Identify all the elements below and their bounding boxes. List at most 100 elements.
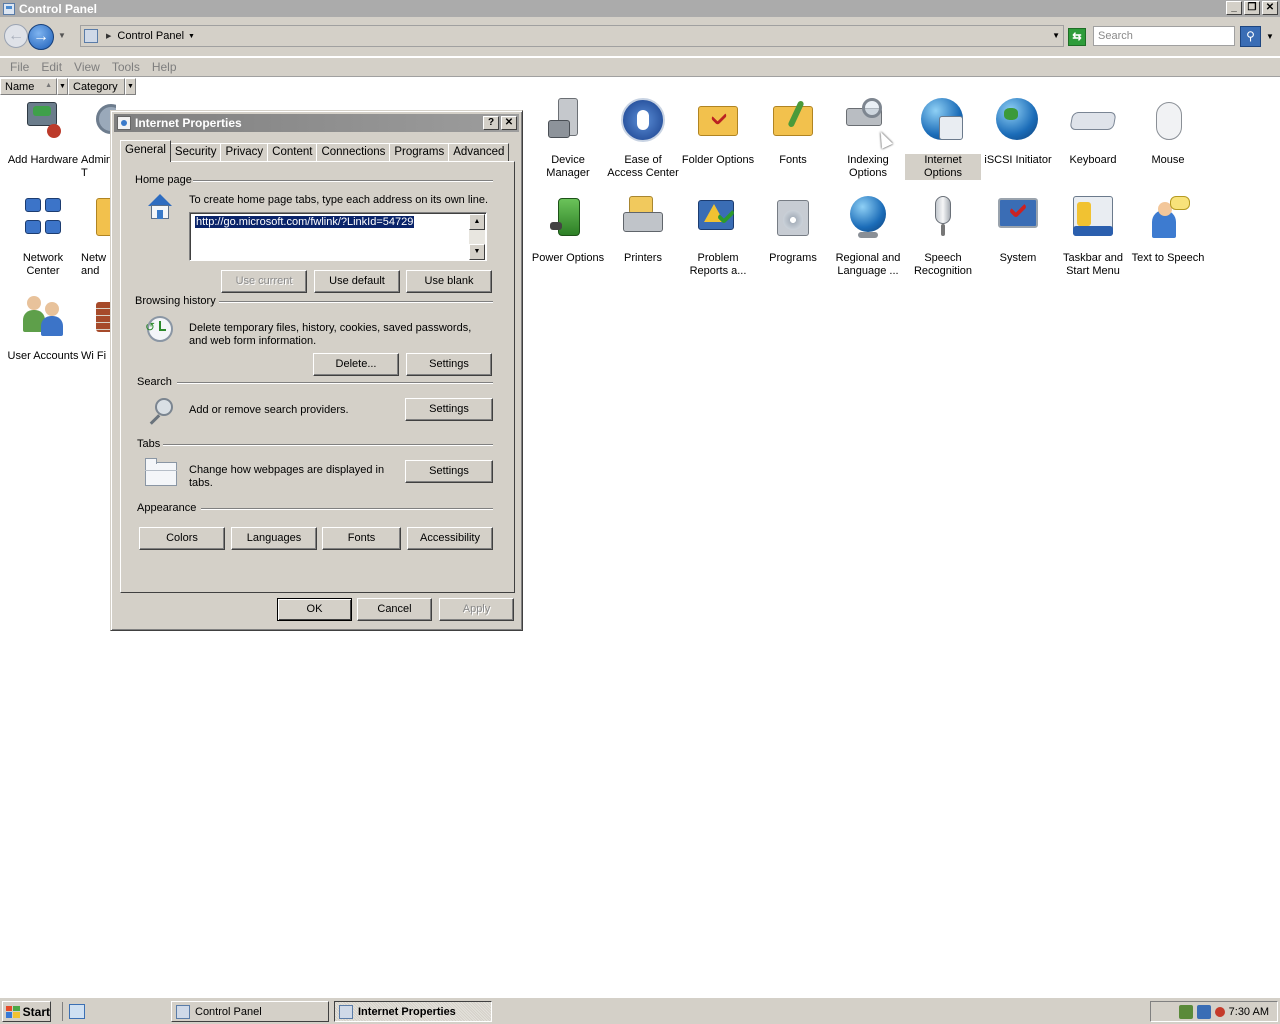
column-category[interactable]: Category bbox=[68, 78, 125, 95]
item-label: Folder Options bbox=[681, 154, 755, 166]
dialog-help-button[interactable]: ? bbox=[483, 116, 499, 130]
use-blank-button[interactable]: Use blank bbox=[406, 270, 492, 293]
item-folder-options[interactable]: Folder Options bbox=[680, 98, 756, 167]
search-magnifier-icon bbox=[147, 396, 177, 426]
homepage-url-textarea[interactable]: http://go.microsoft.com/fwlink/?LinkId=5… bbox=[189, 212, 487, 261]
start-button[interactable]: Start bbox=[2, 1001, 51, 1022]
accessibility-button[interactable]: Accessibility bbox=[407, 527, 493, 550]
address-toolbar: ← → ▼ ▶ Control Panel ▼ ▼ ⇆ Search ⚲ ▼ bbox=[0, 17, 1280, 56]
item-fonts[interactable]: Fonts bbox=[755, 98, 831, 167]
colors-button[interactable]: Colors bbox=[139, 527, 225, 550]
item-power-options[interactable]: Power Options bbox=[530, 196, 606, 265]
column-name-filter[interactable]: ▼ bbox=[57, 78, 68, 95]
menu-view[interactable]: View bbox=[74, 60, 100, 74]
back-button[interactable]: ← bbox=[4, 24, 28, 48]
languages-button[interactable]: Languages bbox=[231, 527, 317, 550]
search-settings-button[interactable]: Settings bbox=[405, 398, 493, 421]
close-button[interactable]: ✕ bbox=[1262, 1, 1278, 15]
tab-security[interactable]: Security bbox=[169, 143, 222, 162]
item-add-hardware[interactable]: Add Hardware bbox=[5, 98, 81, 167]
clock[interactable]: 7:30 AM bbox=[1229, 1006, 1269, 1018]
address-bar[interactable]: ▶ Control Panel ▼ ▼ bbox=[80, 25, 1064, 47]
fonts-button[interactable]: Fonts bbox=[322, 527, 401, 550]
menu-help[interactable]: Help bbox=[152, 60, 177, 74]
menu-file[interactable]: File bbox=[10, 60, 29, 74]
breadcrumb-dropdown[interactable]: ▼ bbox=[188, 33, 195, 40]
volume-muted-icon[interactable] bbox=[1214, 1006, 1225, 1017]
url-scrollbar[interactable]: ▲ ▼ bbox=[469, 214, 485, 260]
column-category-label: Category bbox=[73, 80, 118, 93]
apply-button[interactable]: Apply bbox=[439, 598, 514, 621]
breadcrumb-control-panel[interactable]: Control Panel bbox=[117, 30, 184, 42]
item-speech-recognition[interactable]: Speech Recognition bbox=[905, 196, 981, 278]
search-description: Add or remove search providers. bbox=[189, 404, 349, 416]
tab-advanced[interactable]: Advanced bbox=[448, 143, 510, 162]
item-label: Text to Speech bbox=[1131, 252, 1205, 264]
scroll-up-button[interactable]: ▲ bbox=[469, 214, 485, 230]
menu-edit[interactable]: Edit bbox=[41, 60, 62, 74]
column-category-filter[interactable]: ▼ bbox=[125, 78, 136, 95]
cancel-button[interactable]: Cancel bbox=[357, 598, 432, 621]
breadcrumb-separator[interactable]: ▶ bbox=[106, 32, 111, 40]
item-internet-options[interactable]: Internet Options bbox=[905, 98, 981, 180]
item-label: Indexing Options bbox=[847, 154, 889, 179]
tabs-settings-button[interactable]: Settings bbox=[405, 460, 493, 483]
tab-content[interactable]: Content bbox=[267, 143, 318, 162]
ok-button[interactable]: OK bbox=[277, 598, 352, 621]
windows-flag-icon bbox=[6, 1005, 20, 1018]
item-problem-reports[interactable]: Problem Reports a... bbox=[680, 196, 756, 278]
item-regional-language[interactable]: Regional and Language ... bbox=[830, 196, 906, 278]
item-printers[interactable]: Printers bbox=[605, 196, 681, 265]
home-icon bbox=[145, 194, 175, 222]
refresh-button[interactable]: ⇆ bbox=[1068, 28, 1086, 46]
recent-pages-dropdown[interactable]: ▼ bbox=[58, 31, 66, 40]
security-icon[interactable] bbox=[1178, 1004, 1193, 1019]
item-iscsi-initiator[interactable]: iSCSI Initiator bbox=[980, 98, 1056, 167]
scroll-down-button[interactable]: ▼ bbox=[469, 244, 485, 260]
search-input[interactable]: Search bbox=[1093, 26, 1235, 46]
item-label: User Accounts bbox=[7, 350, 79, 362]
item-indexing-options[interactable]: Indexing Options bbox=[830, 98, 906, 180]
item-programs[interactable]: Programs bbox=[755, 196, 831, 265]
homepage-url-text: http://go.microsoft.com/fwlink/?LinkId=5… bbox=[195, 216, 415, 228]
taskbar-item-internet-properties[interactable]: Internet Properties bbox=[334, 1001, 492, 1022]
history-settings-button[interactable]: Settings bbox=[406, 353, 492, 376]
use-default-button[interactable]: Use default bbox=[314, 270, 400, 293]
item-taskbar-start-menu[interactable]: Taskbar and Start Menu bbox=[1055, 196, 1131, 278]
item-label: Keyboard bbox=[1069, 154, 1117, 166]
text-to-speech-icon bbox=[1146, 196, 1190, 240]
tab-privacy[interactable]: Privacy bbox=[220, 143, 269, 162]
item-device-manager[interactable]: Device Manager bbox=[530, 98, 606, 180]
tab-programs[interactable]: Programs bbox=[389, 143, 450, 162]
tab-general[interactable]: General bbox=[120, 140, 171, 162]
search-options-dropdown[interactable]: ▼ bbox=[1266, 32, 1274, 41]
item-ease-of-access[interactable]: Ease of Access Center bbox=[605, 98, 681, 180]
maximize-button[interactable]: ❐ bbox=[1244, 1, 1260, 15]
item-network-center[interactable]: Network Center bbox=[5, 196, 81, 278]
system-monitor-icon bbox=[996, 196, 1040, 240]
taskbar-item-control-panel[interactable]: Control Panel bbox=[171, 1001, 329, 1022]
internet-explorer-icon[interactable] bbox=[69, 1004, 85, 1019]
search-group-title: Search bbox=[137, 376, 172, 388]
menu-tools[interactable]: Tools bbox=[112, 60, 140, 74]
dialog-close-button[interactable]: ✕ bbox=[501, 116, 517, 130]
network-status-icon[interactable] bbox=[1196, 1004, 1211, 1019]
forward-button[interactable]: → bbox=[28, 24, 54, 50]
search-button[interactable]: ⚲ bbox=[1240, 26, 1261, 47]
column-name[interactable]: Name ▲ bbox=[0, 78, 57, 95]
item-user-accounts[interactable]: User Accounts bbox=[5, 294, 81, 363]
minimize-button[interactable]: _ bbox=[1226, 1, 1242, 15]
item-text-to-speech[interactable]: Text to Speech bbox=[1130, 196, 1206, 265]
tab-connections[interactable]: Connections bbox=[316, 143, 391, 162]
window-titlebar: Control Panel _ ❐ ✕ bbox=[0, 0, 1280, 17]
item-keyboard[interactable]: Keyboard bbox=[1055, 98, 1131, 167]
tabs-description-line2: tabs. bbox=[189, 477, 213, 489]
item-system[interactable]: System bbox=[980, 196, 1056, 265]
item-mouse[interactable]: Mouse bbox=[1130, 98, 1206, 167]
delete-history-button[interactable]: Delete... bbox=[313, 353, 399, 376]
dialog-title: Internet Properties bbox=[135, 116, 242, 130]
homepage-description: To create home page tabs, type each addr… bbox=[189, 194, 489, 206]
use-current-button[interactable]: Use current bbox=[221, 270, 307, 293]
group-divider bbox=[177, 382, 493, 384]
address-dropdown[interactable]: ▼ bbox=[1052, 31, 1060, 40]
